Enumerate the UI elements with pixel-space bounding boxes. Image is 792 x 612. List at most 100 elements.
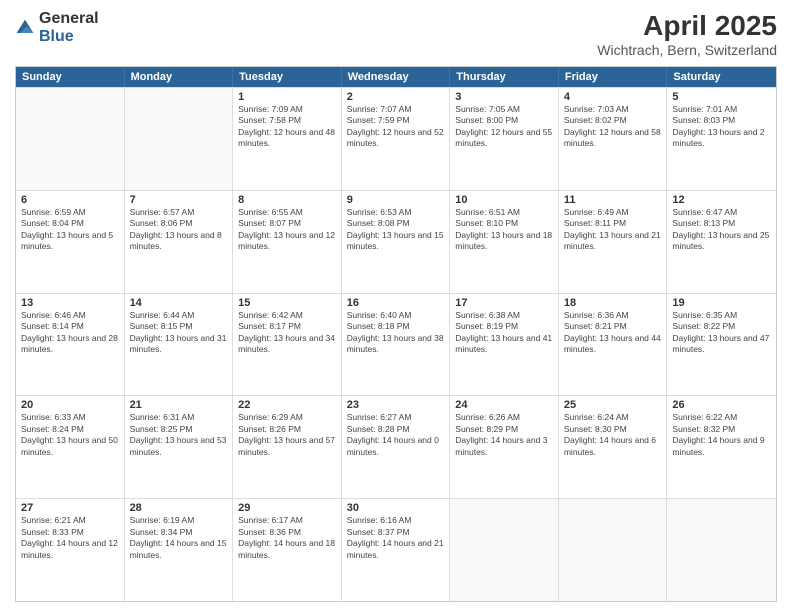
- cal-cell: 18Sunrise: 6:36 AM Sunset: 8:21 PM Dayli…: [559, 294, 668, 396]
- day-info: Sunrise: 6:49 AM Sunset: 8:11 PM Dayligh…: [564, 207, 662, 253]
- day-number: 11: [564, 194, 662, 206]
- day-info: Sunrise: 6:57 AM Sunset: 8:06 PM Dayligh…: [130, 207, 228, 253]
- day-number: 28: [130, 502, 228, 514]
- day-number: 3: [455, 91, 553, 103]
- day-info: Sunrise: 6:47 AM Sunset: 8:13 PM Dayligh…: [672, 207, 771, 253]
- cal-cell: 12Sunrise: 6:47 AM Sunset: 8:13 PM Dayli…: [667, 191, 776, 293]
- day-info: Sunrise: 7:09 AM Sunset: 7:58 PM Dayligh…: [238, 104, 336, 150]
- day-info: Sunrise: 6:26 AM Sunset: 8:29 PM Dayligh…: [455, 412, 553, 458]
- day-number: 19: [672, 297, 771, 309]
- calendar-body: 1Sunrise: 7:09 AM Sunset: 7:58 PM Daylig…: [16, 87, 776, 601]
- day-info: Sunrise: 7:01 AM Sunset: 8:03 PM Dayligh…: [672, 104, 771, 150]
- day-number: 14: [130, 297, 228, 309]
- day-info: Sunrise: 6:33 AM Sunset: 8:24 PM Dayligh…: [21, 412, 119, 458]
- day-number: 18: [564, 297, 662, 309]
- day-info: Sunrise: 6:22 AM Sunset: 8:32 PM Dayligh…: [672, 412, 771, 458]
- cal-cell: 5Sunrise: 7:01 AM Sunset: 8:03 PM Daylig…: [667, 88, 776, 190]
- day-number: 5: [672, 91, 771, 103]
- logo-blue: Blue: [39, 28, 74, 45]
- day-info: Sunrise: 6:35 AM Sunset: 8:22 PM Dayligh…: [672, 310, 771, 356]
- cal-cell: [125, 88, 234, 190]
- day-number: 22: [238, 399, 336, 411]
- logo-general: General: [39, 10, 99, 27]
- day-info: Sunrise: 7:07 AM Sunset: 7:59 PM Dayligh…: [347, 104, 445, 150]
- cal-row-0: 1Sunrise: 7:09 AM Sunset: 7:58 PM Daylig…: [16, 87, 776, 190]
- day-info: Sunrise: 6:19 AM Sunset: 8:34 PM Dayligh…: [130, 515, 228, 561]
- cal-header-sunday: Sunday: [16, 67, 125, 87]
- cal-cell: 21Sunrise: 6:31 AM Sunset: 8:25 PM Dayli…: [125, 396, 234, 498]
- cal-cell: [16, 88, 125, 190]
- logo-text: General Blue: [39, 10, 99, 46]
- day-number: 8: [238, 194, 336, 206]
- cal-header-friday: Friday: [559, 67, 668, 87]
- cal-cell: 19Sunrise: 6:35 AM Sunset: 8:22 PM Dayli…: [667, 294, 776, 396]
- calendar: SundayMondayTuesdayWednesdayThursdayFrid…: [15, 66, 777, 602]
- cal-cell: 25Sunrise: 6:24 AM Sunset: 8:30 PM Dayli…: [559, 396, 668, 498]
- day-info: Sunrise: 6:16 AM Sunset: 8:37 PM Dayligh…: [347, 515, 445, 561]
- day-info: Sunrise: 6:42 AM Sunset: 8:17 PM Dayligh…: [238, 310, 336, 356]
- cal-cell: 11Sunrise: 6:49 AM Sunset: 8:11 PM Dayli…: [559, 191, 668, 293]
- cal-cell: 17Sunrise: 6:38 AM Sunset: 8:19 PM Dayli…: [450, 294, 559, 396]
- cal-cell: 14Sunrise: 6:44 AM Sunset: 8:15 PM Dayli…: [125, 294, 234, 396]
- page: General Blue April 2025 Wichtrach, Bern,…: [0, 0, 792, 612]
- day-number: 25: [564, 399, 662, 411]
- day-number: 15: [238, 297, 336, 309]
- day-number: 13: [21, 297, 119, 309]
- main-title: April 2025: [597, 10, 777, 42]
- day-number: 12: [672, 194, 771, 206]
- cal-row-1: 6Sunrise: 6:59 AM Sunset: 8:04 PM Daylig…: [16, 190, 776, 293]
- day-number: 7: [130, 194, 228, 206]
- day-info: Sunrise: 6:59 AM Sunset: 8:04 PM Dayligh…: [21, 207, 119, 253]
- day-number: 17: [455, 297, 553, 309]
- day-info: Sunrise: 6:44 AM Sunset: 8:15 PM Dayligh…: [130, 310, 228, 356]
- day-number: 23: [347, 399, 445, 411]
- header: General Blue April 2025 Wichtrach, Bern,…: [15, 10, 777, 58]
- cal-row-3: 20Sunrise: 6:33 AM Sunset: 8:24 PM Dayli…: [16, 395, 776, 498]
- cal-cell: 9Sunrise: 6:53 AM Sunset: 8:08 PM Daylig…: [342, 191, 451, 293]
- day-info: Sunrise: 6:36 AM Sunset: 8:21 PM Dayligh…: [564, 310, 662, 356]
- cal-row-2: 13Sunrise: 6:46 AM Sunset: 8:14 PM Dayli…: [16, 293, 776, 396]
- day-number: 24: [455, 399, 553, 411]
- day-info: Sunrise: 6:38 AM Sunset: 8:19 PM Dayligh…: [455, 310, 553, 356]
- cal-cell: 24Sunrise: 6:26 AM Sunset: 8:29 PM Dayli…: [450, 396, 559, 498]
- cal-header-thursday: Thursday: [450, 67, 559, 87]
- cal-cell: 15Sunrise: 6:42 AM Sunset: 8:17 PM Dayli…: [233, 294, 342, 396]
- logo-icon: [15, 18, 35, 38]
- cal-row-4: 27Sunrise: 6:21 AM Sunset: 8:33 PM Dayli…: [16, 498, 776, 601]
- day-info: Sunrise: 6:17 AM Sunset: 8:36 PM Dayligh…: [238, 515, 336, 561]
- day-info: Sunrise: 6:29 AM Sunset: 8:26 PM Dayligh…: [238, 412, 336, 458]
- day-number: 1: [238, 91, 336, 103]
- cal-header-saturday: Saturday: [667, 67, 776, 87]
- cal-cell: 4Sunrise: 7:03 AM Sunset: 8:02 PM Daylig…: [559, 88, 668, 190]
- cal-cell: 8Sunrise: 6:55 AM Sunset: 8:07 PM Daylig…: [233, 191, 342, 293]
- day-number: 30: [347, 502, 445, 514]
- day-info: Sunrise: 6:24 AM Sunset: 8:30 PM Dayligh…: [564, 412, 662, 458]
- cal-cell: 6Sunrise: 6:59 AM Sunset: 8:04 PM Daylig…: [16, 191, 125, 293]
- day-number: 21: [130, 399, 228, 411]
- cal-cell: 30Sunrise: 6:16 AM Sunset: 8:37 PM Dayli…: [342, 499, 451, 601]
- calendar-header: SundayMondayTuesdayWednesdayThursdayFrid…: [16, 67, 776, 87]
- day-info: Sunrise: 6:55 AM Sunset: 8:07 PM Dayligh…: [238, 207, 336, 253]
- cal-header-monday: Monday: [125, 67, 234, 87]
- title-area: April 2025 Wichtrach, Bern, Switzerland: [597, 10, 777, 58]
- subtitle: Wichtrach, Bern, Switzerland: [597, 42, 777, 58]
- day-info: Sunrise: 6:31 AM Sunset: 8:25 PM Dayligh…: [130, 412, 228, 458]
- day-info: Sunrise: 6:53 AM Sunset: 8:08 PM Dayligh…: [347, 207, 445, 253]
- day-info: Sunrise: 7:03 AM Sunset: 8:02 PM Dayligh…: [564, 104, 662, 150]
- day-info: Sunrise: 6:40 AM Sunset: 8:18 PM Dayligh…: [347, 310, 445, 356]
- day-number: 10: [455, 194, 553, 206]
- cal-header-wednesday: Wednesday: [342, 67, 451, 87]
- cal-cell: 29Sunrise: 6:17 AM Sunset: 8:36 PM Dayli…: [233, 499, 342, 601]
- cal-cell: 1Sunrise: 7:09 AM Sunset: 7:58 PM Daylig…: [233, 88, 342, 190]
- cal-cell: 16Sunrise: 6:40 AM Sunset: 8:18 PM Dayli…: [342, 294, 451, 396]
- cal-cell: 27Sunrise: 6:21 AM Sunset: 8:33 PM Dayli…: [16, 499, 125, 601]
- day-number: 2: [347, 91, 445, 103]
- cal-cell: 13Sunrise: 6:46 AM Sunset: 8:14 PM Dayli…: [16, 294, 125, 396]
- logo: General Blue: [15, 10, 99, 46]
- day-info: Sunrise: 7:05 AM Sunset: 8:00 PM Dayligh…: [455, 104, 553, 150]
- day-info: Sunrise: 6:21 AM Sunset: 8:33 PM Dayligh…: [21, 515, 119, 561]
- day-number: 6: [21, 194, 119, 206]
- cal-cell: 7Sunrise: 6:57 AM Sunset: 8:06 PM Daylig…: [125, 191, 234, 293]
- cal-cell: [559, 499, 668, 601]
- day-info: Sunrise: 6:46 AM Sunset: 8:14 PM Dayligh…: [21, 310, 119, 356]
